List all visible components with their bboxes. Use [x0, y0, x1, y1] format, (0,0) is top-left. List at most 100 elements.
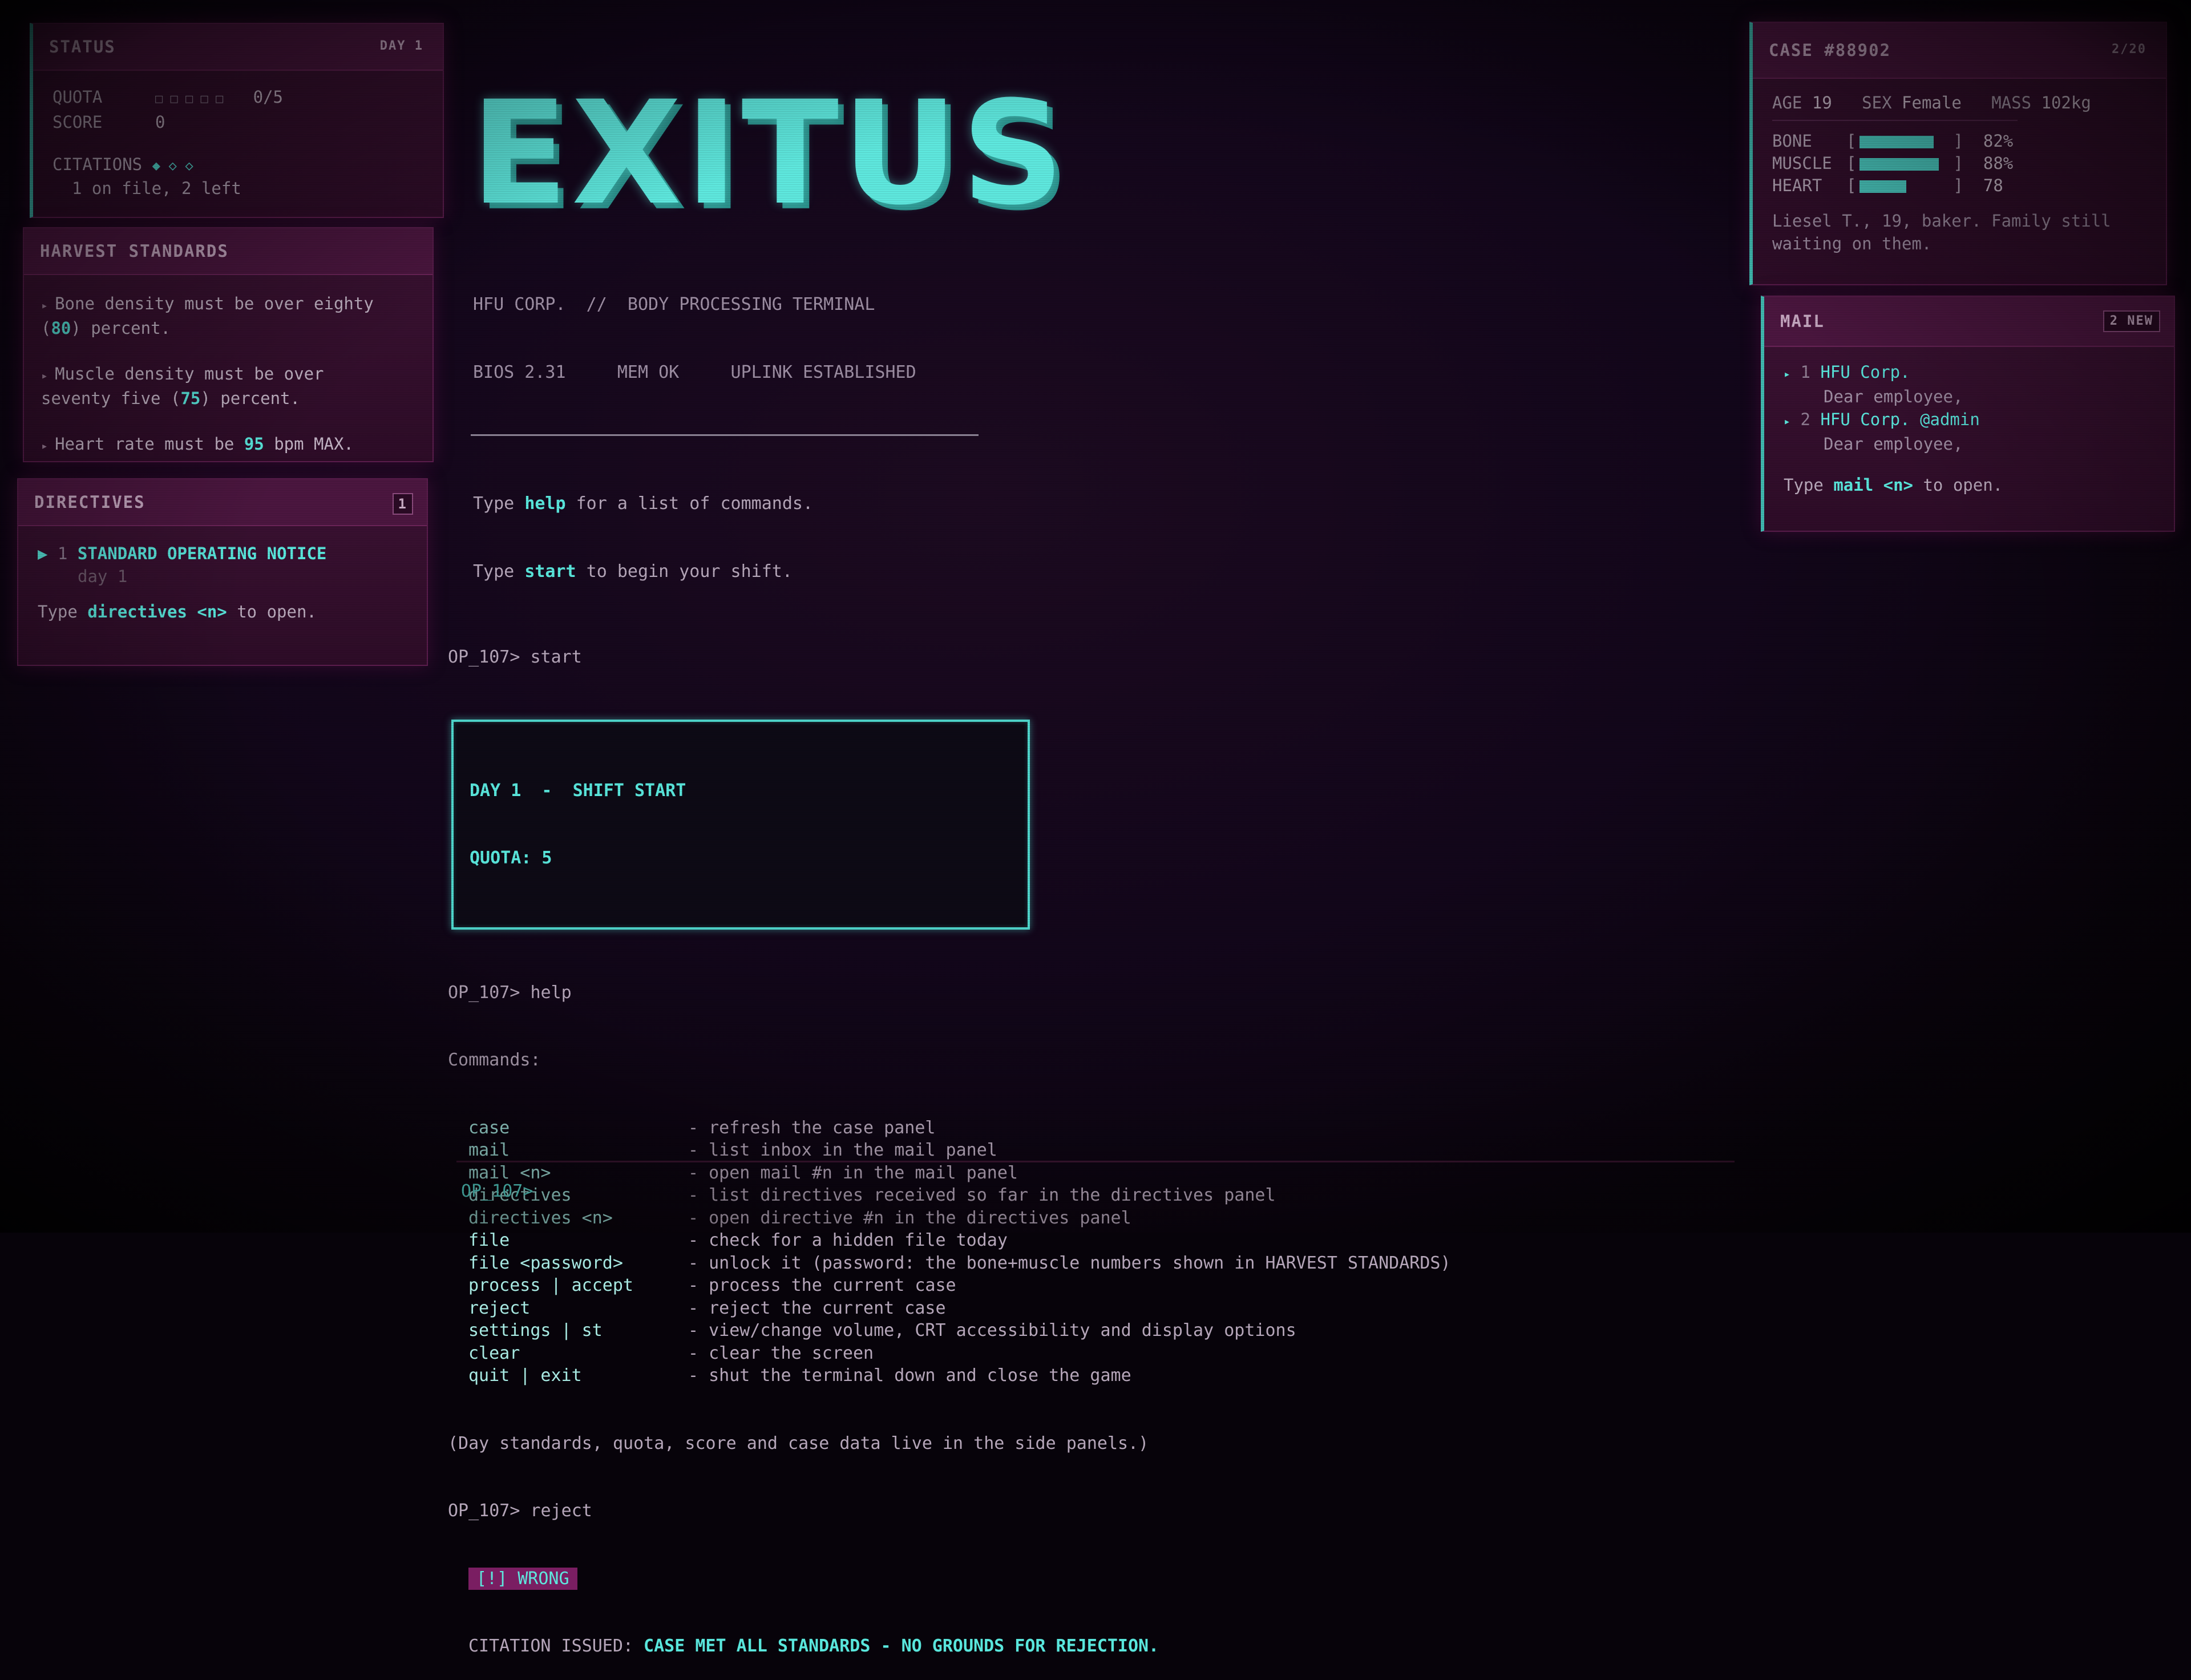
command-input[interactable]: OP_107> — [461, 1181, 533, 1201]
score-label: SCORE — [52, 112, 103, 132]
command-name: case — [468, 1117, 510, 1138]
prompt-reject: OP_107> reject — [448, 1501, 592, 1521]
terminal-output: EXITUS HFU CORP. // BODY PROCESSING TERM… — [448, 34, 1709, 1680]
command-name: process | accept — [468, 1275, 633, 1295]
prompt-help: OP_107> help — [448, 982, 572, 1003]
header-divider — [471, 434, 979, 436]
mail-item-1[interactable]: ▸ 1 HFU Corp. — [1784, 361, 2154, 385]
shift-start-box: DAY 1 - SHIFT START QUOTA: 5 — [451, 719, 1030, 930]
status-header: STATUS DAY 1 — [33, 24, 443, 71]
command-row: reject - reject the current case — [448, 1297, 1709, 1320]
stat-bone: BONE[] 82% — [1772, 131, 2014, 151]
directive-item[interactable]: ▶ 1 STANDARD OPERATING NOTICE — [38, 542, 407, 565]
help-hint-line: Type help for a list of commands. — [473, 494, 814, 514]
input-divider — [456, 1161, 1735, 1162]
command-desc: - list directives received so far in the… — [688, 1185, 1276, 1205]
directives-panel: DIRECTIVES 1 ▶ 1 STANDARD OPERATING NOTI… — [17, 478, 428, 666]
score-value: 0 — [155, 112, 165, 132]
quota-value: 0/5 — [253, 87, 283, 107]
footer-note: (Day standards, quota, score and case da… — [448, 1433, 1149, 1453]
command-desc: - open directive #n in the directives pa… — [688, 1208, 1131, 1228]
commands-list: case - refresh the case panel mail - list i… — [448, 1117, 1709, 1387]
command-name: reject — [468, 1298, 531, 1318]
status-panel: STATUS DAY 1 QUOTA □ □ □ □ □ 0/5 SCORE 0 C… — [30, 23, 444, 218]
command-desc: - shut the terminal down and close the g… — [688, 1366, 1131, 1386]
muscle-bar — [1856, 157, 1953, 172]
terminal-subtitle-1: HFU CORP. // BODY PROCESSING TERMINAL — [473, 294, 875, 314]
command-row: mail <n> - open mail #n in the mail panel — [448, 1162, 1709, 1185]
command-row: clear - clear the screen — [448, 1342, 1709, 1365]
status-title: STATUS — [49, 37, 116, 56]
command-row: settings | st - view/change volume, CRT a… — [448, 1319, 1709, 1342]
quota-boxes: □ □ □ □ □ — [155, 92, 224, 106]
command-row: process | accept - process the current ca… — [448, 1274, 1709, 1297]
command-desc: - process the current case — [688, 1275, 956, 1295]
command-desc: - unlock it (password: the bone+muscle n… — [688, 1253, 1451, 1273]
stat-heart: HEART[] 78 — [1772, 176, 2003, 195]
command-desc: - reject the current case — [688, 1298, 946, 1318]
command-row: file <password> - unlock it (password: th… — [448, 1252, 1709, 1275]
directive-arrow-icon: ▶ — [38, 544, 48, 563]
day-badge: DAY 1 — [374, 37, 429, 56]
mail-hint: Type mail <n> to open. — [1784, 475, 2003, 495]
directives-title: DIRECTIVES — [34, 492, 145, 512]
command-row: case - refresh the case panel — [448, 1117, 1709, 1140]
command-desc: - view/change volume, CRT accessibility … — [688, 1320, 1296, 1340]
command-name: clear — [468, 1343, 520, 1363]
terminal-subtitle-2: BIOS 2.31 MEM OK UPLINK ESTABLISHED — [473, 362, 916, 382]
quota-label: QUOTA — [52, 87, 103, 107]
bone-bar — [1856, 135, 1953, 150]
mail-title: MAIL — [1780, 312, 1825, 331]
directives-hint: Type directives <n> to open. — [38, 602, 317, 621]
mail-header: MAIL 2 NEW — [1764, 297, 2174, 347]
citation-text: CASE MET ALL STANDARDS - NO GROUNDS FOR … — [644, 1636, 1159, 1656]
command-row: quit | exit - shut the terminal down and … — [448, 1364, 1709, 1387]
citation-line: CITATION ISSUED: CASE MET ALL STANDARDS … — [468, 1636, 1159, 1656]
harvest-standards-panel: HARVEST STANDARDS ▸ Bone density must be… — [23, 227, 434, 462]
mail-new-badge: 2 NEW — [2103, 310, 2160, 332]
heart-bar — [1856, 179, 1953, 194]
directives-header: DIRECTIVES 1 — [18, 479, 427, 526]
command-name: quit | exit — [468, 1366, 582, 1386]
command-desc: - refresh the case panel — [688, 1117, 936, 1138]
harvest-title: HARVEST STANDARDS — [40, 241, 229, 261]
case-title: CASE #88902 — [1769, 41, 1891, 60]
directive-title: STANDARD OPERATING NOTICE — [77, 544, 327, 563]
input-prompt: OP_107> — [461, 1181, 533, 1201]
case-counter: 2/20 — [2106, 40, 2152, 59]
wrong-badge: [!] WRONG — [468, 1567, 577, 1590]
harvest-header: HARVEST STANDARDS — [24, 228, 432, 275]
standard-bone: ▸ Bone density must be over eighty (80) … — [41, 294, 374, 338]
case-stats: BONE[] 82% MUSCLE[] 88% HEART[] 78 — [1772, 130, 2146, 197]
command-row: directives - list directives received so … — [448, 1184, 1709, 1207]
citations-label: CITATIONS — [52, 155, 143, 174]
command-row: directives <n> - open directive #n in the… — [448, 1207, 1709, 1230]
mail-arrow-icon: ▸ — [1784, 367, 1791, 381]
mail-item-2[interactable]: ▸ 2 HFU Corp. @admin — [1784, 408, 2154, 433]
standard-heart: ▸ Heart rate must be 95 bpm MAX. — [41, 434, 354, 454]
exitus-logo: EXITUS — [471, 70, 1068, 236]
mail-panel: MAIL 2 NEW ▸ 1 HFU Corp. Dear employee, … — [1761, 296, 2175, 532]
score-row: SCORE 0 — [52, 111, 423, 134]
standard-muscle: ▸ Muscle density must be over seventy fi… — [41, 364, 324, 408]
directive-day: day 1 — [78, 567, 128, 586]
prompt-start: OP_107> start — [448, 647, 582, 667]
case-vitals-row: AGE 19 SEX Female MASS 102kg — [1772, 91, 2091, 121]
mail-arrow-icon: ▸ — [1784, 414, 1791, 428]
quota-row: QUOTA □ □ □ □ □ 0/5 — [52, 86, 423, 111]
case-panel: CASE #88902 2/20 AGE 19 SEX Female MASS … — [1749, 22, 2167, 285]
case-header: CASE #88902 2/20 — [1753, 23, 2166, 79]
shift-start-quota: QUOTA: 5 — [470, 848, 552, 868]
command-name: mail — [468, 1140, 510, 1160]
citations-note: 1 on file, 2 left — [72, 179, 241, 198]
commands-header: Commands: — [448, 1050, 541, 1070]
command-desc: - open mail #n in the mail panel — [688, 1162, 1018, 1183]
directives-count-badge: 1 — [392, 493, 413, 515]
shift-start-title: DAY 1 - SHIFT START — [470, 780, 686, 801]
command-desc: - list inbox in the mail panel — [688, 1140, 997, 1160]
command-name: directives <n> — [468, 1208, 613, 1228]
command-desc: - clear the screen — [688, 1343, 874, 1363]
stat-muscle: MUSCLE[] 88% — [1772, 154, 2014, 173]
command-name: settings | st — [468, 1320, 603, 1340]
citations-marks: ◆ ◇ ◇ — [152, 158, 193, 173]
